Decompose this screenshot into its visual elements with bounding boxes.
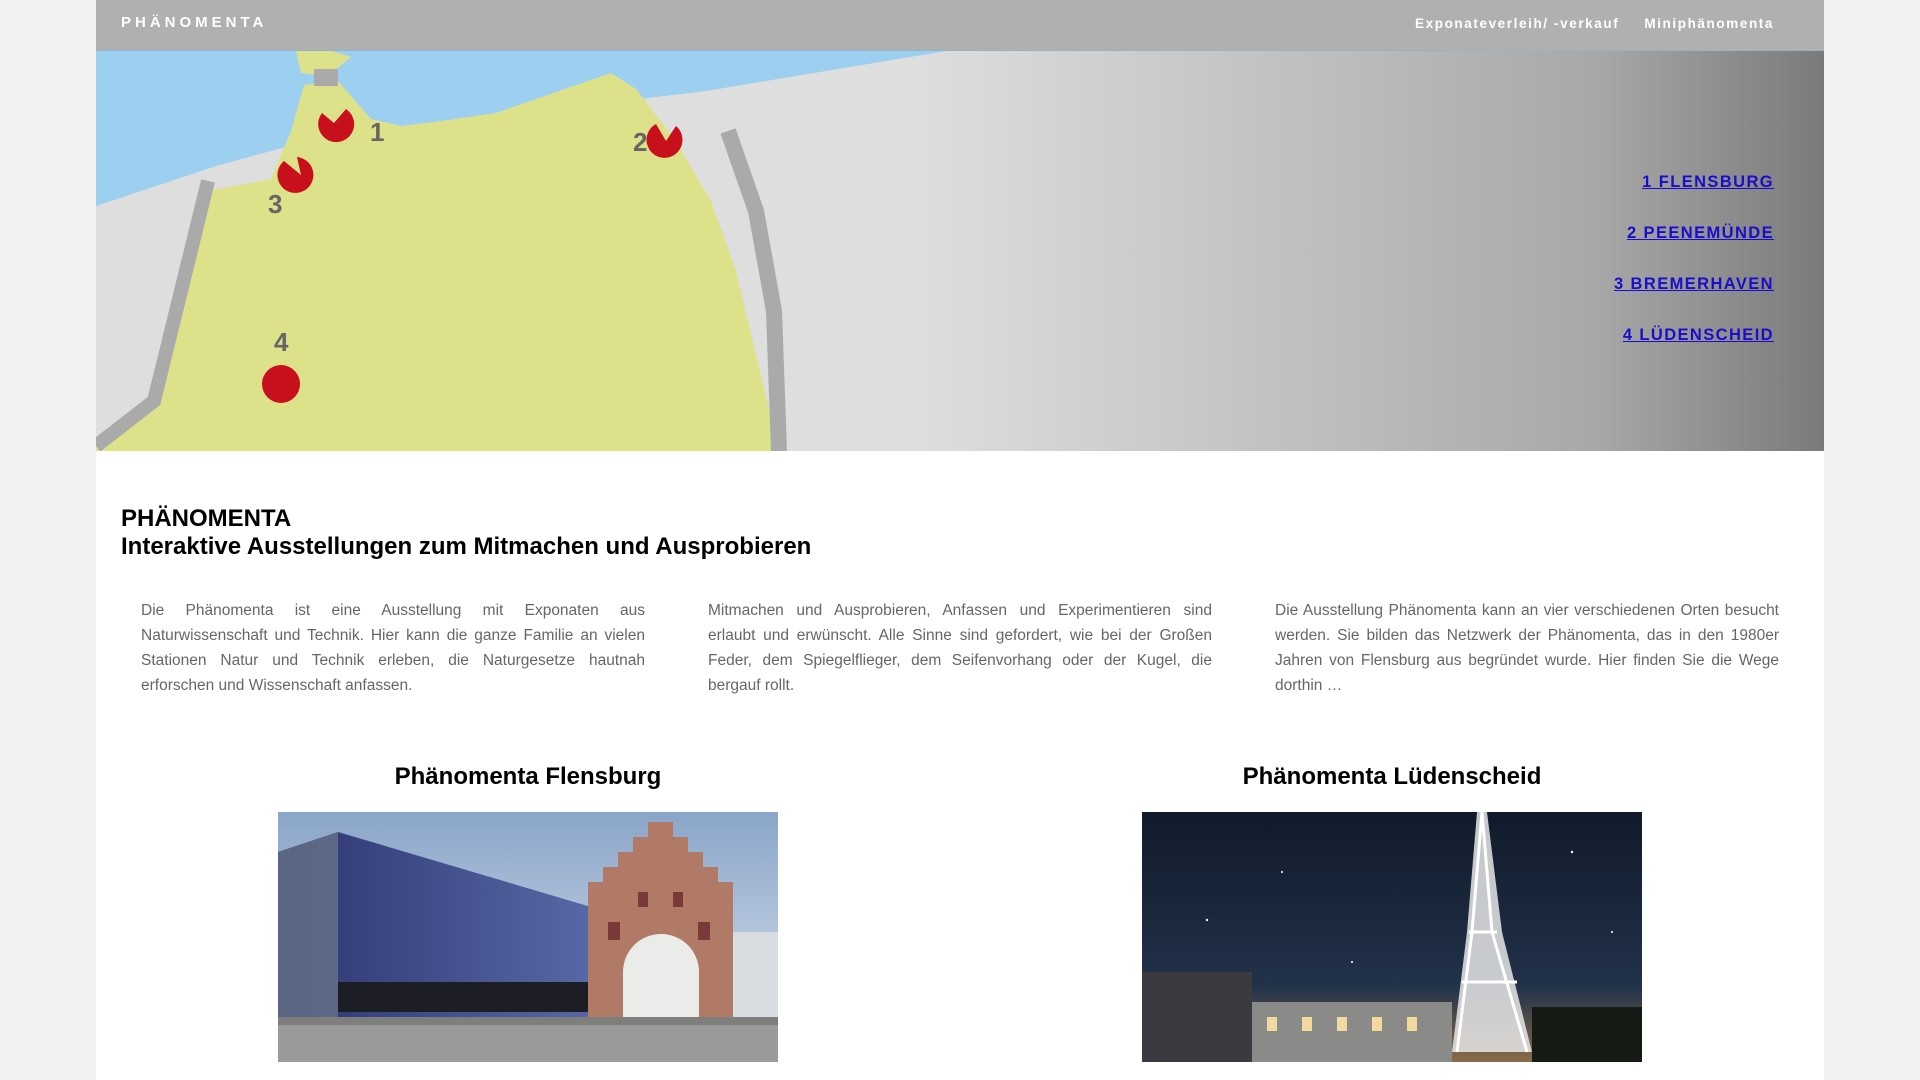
location-link-peenemuende[interactable]: 2 PEENEMÜNDE — [1627, 222, 1774, 244]
map-number-2: 2 — [633, 127, 647, 157]
luedenscheid-tower-photo[interactable] — [1142, 812, 1642, 1062]
nav-exponateverleih[interactable]: Exponateverleih/ -verkauf — [1415, 16, 1619, 31]
card-title-flensburg[interactable]: Phänomenta Flensburg — [278, 760, 778, 794]
card-title-luedenscheid[interactable]: Phänomenta Lüdenscheid — [1142, 760, 1642, 794]
location-link-bremerhaven[interactable]: 3 BREMERHAVEN — [1614, 273, 1774, 295]
border-crossing — [314, 69, 338, 86]
location-link-luedenscheid[interactable]: 4 LÜDENSCHEID — [1623, 324, 1774, 346]
hero-map-banner: 1 2 3 4 1 FLENSBURG 2 PEENEMÜNDE 3 BREME… — [96, 51, 1824, 451]
location-link-flensburg[interactable]: 1 FLENSBURG — [1642, 171, 1774, 193]
nav-miniphaenomenta[interactable]: Miniphänomenta — [1644, 16, 1774, 31]
flensburg-building-photo[interactable] — [278, 812, 778, 1062]
card-flensburg: Phänomenta Flensburg — [278, 760, 778, 1062]
top-navigation-bar: PHÄNOMENTA Exponateverleih/ -verkauf Min… — [96, 0, 1824, 51]
location-list: 1 FLENSBURG 2 PEENEMÜNDE 3 BREMERHAVEN 4… — [1614, 171, 1774, 346]
intro-subtitle: Interaktive Ausstellungen zum Mitmachen … — [121, 533, 812, 560]
intro-title: PHÄNOMENTA — [121, 505, 292, 532]
page: PHÄNOMENTA Exponateverleih/ -verkauf Min… — [96, 0, 1824, 1080]
germany-map-illustration: 1 2 3 4 — [96, 51, 946, 451]
card-luedenscheid: Phänomenta Lüdenscheid — [1142, 760, 1642, 1062]
map-number-4: 4 — [274, 327, 289, 357]
intro-columns: Die Phänomenta ist eine Ausstellung mit … — [141, 598, 1779, 698]
top-nav: Exponateverleih/ -verkauf Miniphänomenta — [1415, 16, 1774, 31]
map-number-3: 3 — [268, 189, 282, 219]
intro-heading: PHÄNOMENTA Interaktive Ausstellungen zum… — [121, 505, 811, 561]
intro-text-3: Die Ausstellung Phänomenta kann an vier … — [1275, 602, 1779, 694]
intro-text-2: Mitmachen und Ausprobieren, Anfassen und… — [708, 602, 1212, 694]
marker-4-icon[interactable] — [262, 365, 300, 403]
site-logo[interactable]: PHÄNOMENTA — [121, 14, 267, 31]
map-number-1: 1 — [370, 117, 384, 147]
intro-text-1: Die Phänomenta ist eine Ausstellung mit … — [141, 602, 645, 694]
